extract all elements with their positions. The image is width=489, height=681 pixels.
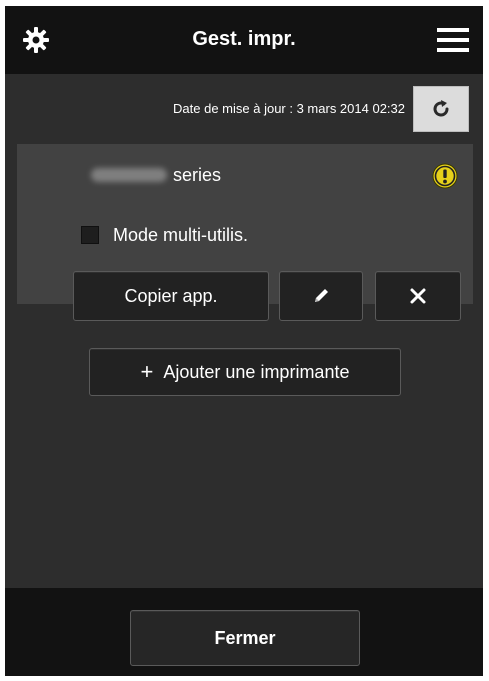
hamburger-menu-icon xyxy=(437,28,469,52)
settings-button[interactable] xyxy=(15,20,57,60)
edit-button[interactable] xyxy=(279,271,363,321)
app-screen: Gest. impr. Date de mise à jour : 3 mars… xyxy=(5,6,483,676)
pencil-icon xyxy=(315,289,328,302)
printer-name: series xyxy=(173,165,222,185)
close-button[interactable]: Fermer xyxy=(130,610,360,666)
refresh-button[interactable] xyxy=(413,86,469,132)
plus-icon: + xyxy=(140,359,154,384)
delete-button[interactable] xyxy=(375,271,461,321)
refresh-icon xyxy=(433,100,449,117)
update-row: Date de mise à jour : 3 mars 2014 02:32 xyxy=(5,84,483,134)
multi-user-toggle[interactable]: Mode multi-utilis. xyxy=(81,220,248,250)
add-printer-button[interactable]: + Ajouter une imprimante xyxy=(89,348,401,396)
last-update-text: Date de mise à jour : 3 mars 2014 02:32 xyxy=(173,101,405,116)
copy-app-button[interactable]: Copier app. xyxy=(73,271,269,321)
add-printer-label: Ajouter une imprimante xyxy=(163,361,350,382)
menu-button[interactable] xyxy=(431,20,475,60)
header-bar: Gest. impr. xyxy=(5,6,483,74)
page-title: Gest. impr. xyxy=(192,28,296,50)
gear-icon xyxy=(23,27,49,53)
warning-icon[interactable] xyxy=(432,163,458,189)
multi-user-checkbox[interactable] xyxy=(81,226,99,244)
page-frame: Gest. impr. Date de mise à jour : 3 mars… xyxy=(0,0,489,681)
printer-model-redacted xyxy=(91,168,167,182)
close-icon xyxy=(410,288,426,304)
multi-user-label: Mode multi-utilis. xyxy=(113,224,249,245)
